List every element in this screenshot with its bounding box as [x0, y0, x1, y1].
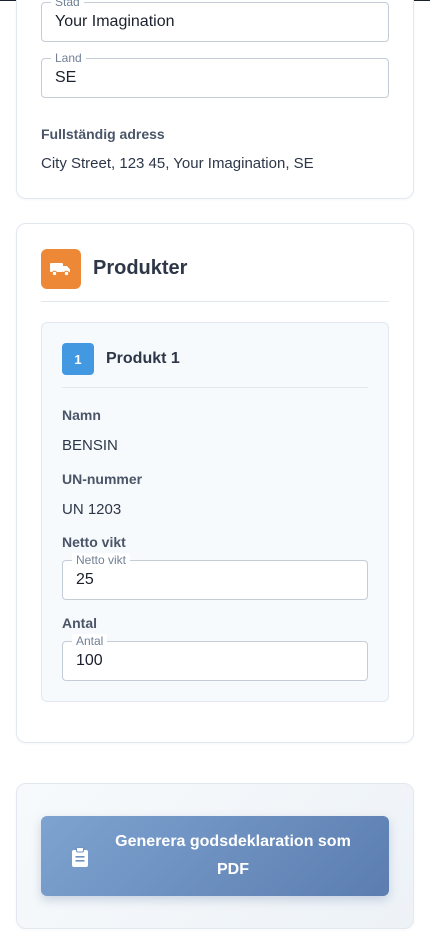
- full-address-label: Fullständig adress: [41, 126, 165, 142]
- truck-icon: [41, 249, 81, 289]
- un-number-label: UN-nummer: [62, 471, 143, 487]
- action-card: Generera godsdeklaration som PDF: [16, 783, 414, 929]
- products-title: Produkter: [93, 257, 188, 279]
- quantity-field[interactable]: Antal: [62, 634, 368, 681]
- product-index-badge: 1: [62, 343, 94, 375]
- product-name-label: Namn: [62, 407, 101, 423]
- net-weight-input[interactable]: [76, 561, 354, 599]
- products-card: Produkter 1 Produkt 1 Namn BENSIN UN-num…: [16, 223, 414, 743]
- product-divider: [62, 387, 368, 388]
- generate-pdf-label: Generera godsdeklaration som PDF: [115, 833, 351, 878]
- country-input[interactable]: [55, 59, 375, 97]
- generate-pdf-button[interactable]: Generera godsdeklaration som PDF: [41, 816, 389, 896]
- city-input[interactable]: [55, 3, 375, 41]
- full-address-value: City Street, 123 45, Your Imagination, S…: [41, 155, 314, 172]
- net-weight-heading: Netto vikt: [62, 534, 126, 550]
- product-title: Produkt 1: [106, 350, 180, 367]
- un-number-value: UN 1203: [62, 501, 122, 518]
- quantity-input[interactable]: [76, 642, 354, 680]
- clipboard-icon: [72, 847, 88, 867]
- product-name-value: BENSIN: [62, 437, 118, 454]
- products-divider: [41, 301, 389, 302]
- product-item: 1 Produkt 1 Namn BENSIN UN-nummer UN 120…: [41, 322, 389, 702]
- address-card: Stad Land Fullständig adress City Street…: [16, 0, 414, 199]
- quantity-heading: Antal: [62, 615, 97, 631]
- country-field[interactable]: Land: [41, 51, 389, 98]
- net-weight-field[interactable]: Netto vikt: [62, 553, 368, 600]
- city-field[interactable]: Stad: [41, 0, 389, 42]
